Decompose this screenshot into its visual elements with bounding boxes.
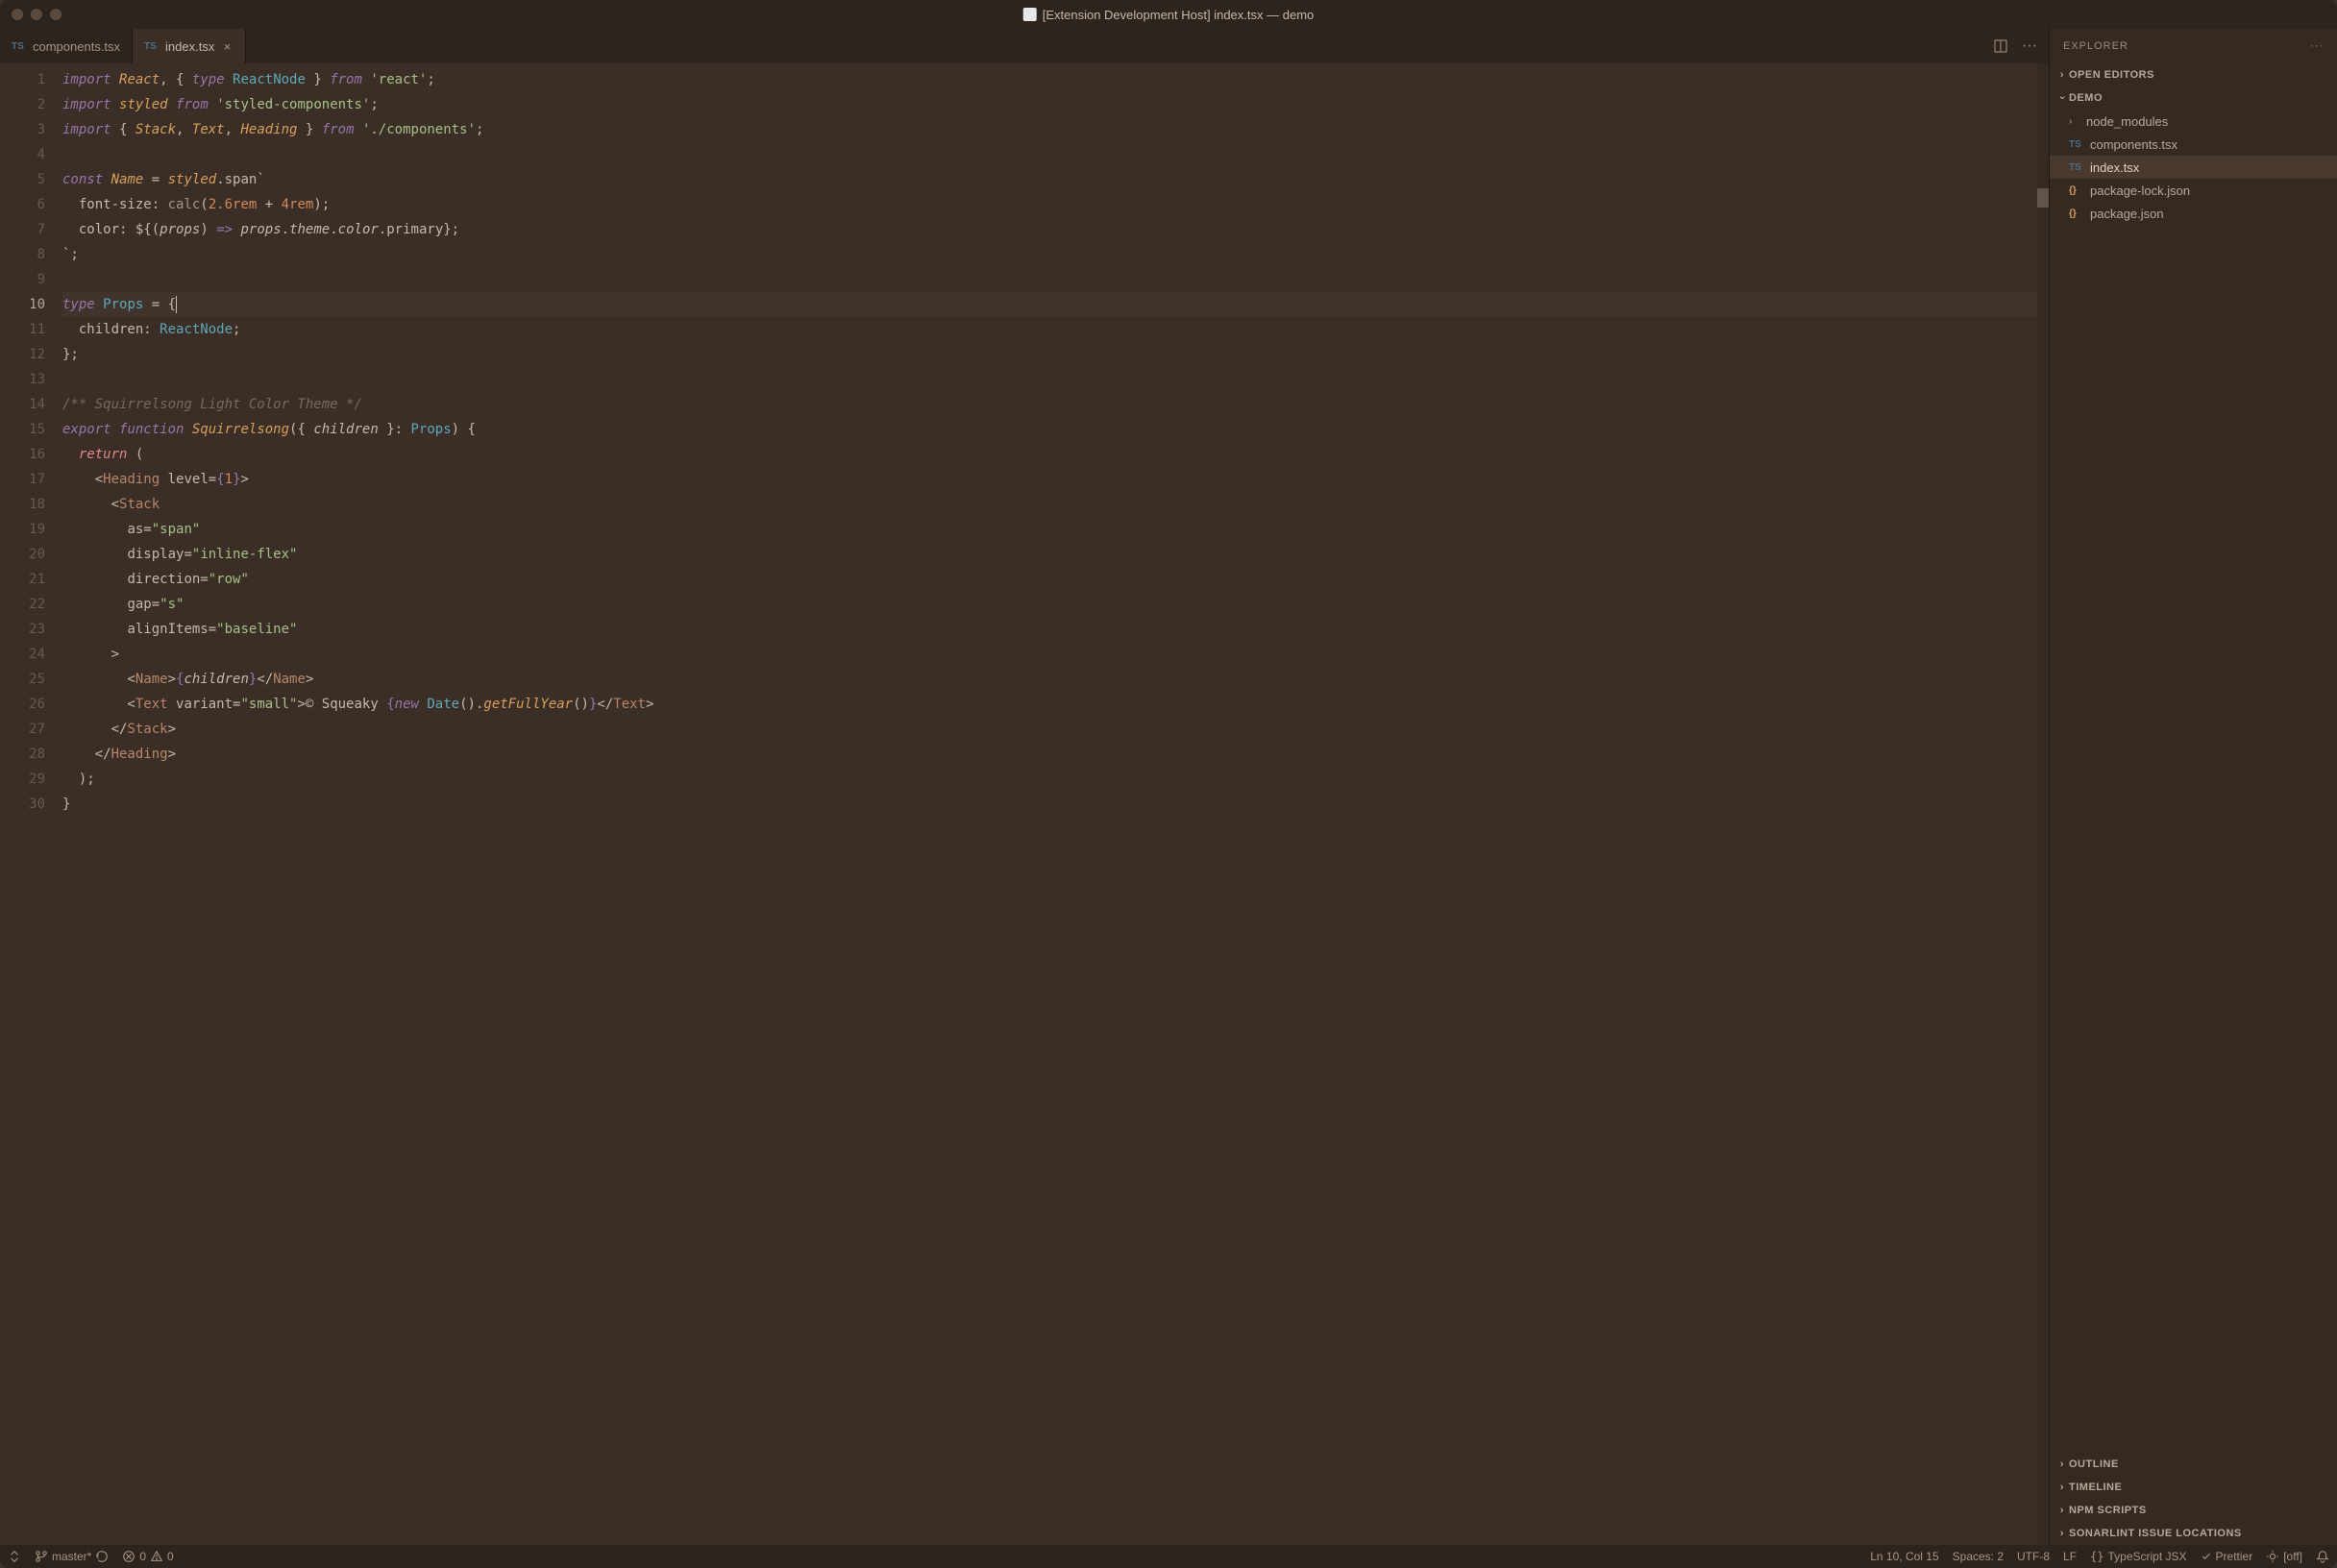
language-mode[interactable]: {} TypeScript JSX	[2090, 1550, 2186, 1563]
chevron-right-icon: ›	[2055, 1458, 2069, 1470]
tab-label: index.tsx	[165, 39, 214, 54]
sonarlint-section[interactable]: › SONARLINT ISSUE LOCATIONS	[2050, 1522, 2337, 1545]
ts-icon: TS	[12, 41, 27, 52]
chevron-right-icon: ›	[2055, 1528, 2069, 1539]
chevron-right-icon: ›	[2055, 1482, 2069, 1493]
ts-icon: TS	[2069, 162, 2084, 173]
npm-scripts-section[interactable]: › NPM SCRIPTS	[2050, 1499, 2337, 1522]
ts-icon: TS	[2069, 139, 2084, 150]
file-tree-item[interactable]: {} package.json	[2050, 202, 2337, 225]
window-title: [Extension Development Host] index.tsx —…	[1023, 8, 1315, 22]
open-editors-section[interactable]: › OPEN EDITORS	[2050, 63, 2337, 86]
tab-bar: TS components.tsx TS index.tsx × ···	[0, 29, 2049, 63]
split-editor-icon[interactable]	[1993, 38, 2008, 54]
folder-label: node_modules	[2086, 114, 2168, 129]
file-icon	[1023, 8, 1037, 21]
window-close-button[interactable]	[12, 9, 23, 20]
explorer-more-icon[interactable]: ···	[2310, 40, 2324, 52]
eol-indicator[interactable]: LF	[2063, 1550, 2077, 1563]
ts-icon: TS	[144, 41, 160, 52]
explorer-title: EXPLORER	[2063, 40, 2128, 52]
file-tree-item[interactable]: › node_modules	[2050, 110, 2337, 133]
file-tree-item[interactable]: TS index.tsx	[2050, 156, 2337, 179]
file-tree: ›node_modulesTScomponents.tsxTSindex.tsx…	[2050, 110, 2337, 1453]
editor[interactable]: 1234567891011121314151617181920212223242…	[0, 63, 2049, 1545]
file-label: index.tsx	[2090, 160, 2139, 175]
file-tree-item[interactable]: TS components.tsx	[2050, 133, 2337, 156]
minimap[interactable]	[2037, 63, 2049, 1545]
spaces-indicator[interactable]: Spaces: 2	[1953, 1550, 2004, 1563]
status-bar: master* 0 0 Ln 10, Col 15 Spaces: 2 UTF-…	[0, 1545, 2337, 1568]
file-label: package.json	[2090, 207, 2164, 221]
tab-label: components.tsx	[33, 39, 120, 54]
minimap-marker	[2037, 188, 2049, 208]
tab-components-tsx[interactable]: TS components.tsx	[0, 29, 133, 63]
tab-index-tsx[interactable]: TS index.tsx ×	[133, 29, 246, 63]
close-icon[interactable]: ×	[220, 39, 234, 54]
remote-indicator[interactable]	[8, 1550, 21, 1563]
json-icon: {}	[2069, 185, 2084, 196]
line-gutter: 1234567891011121314151617181920212223242…	[0, 63, 62, 1545]
notifications-icon[interactable]	[2316, 1550, 2329, 1563]
branch-indicator[interactable]: master*	[35, 1550, 109, 1563]
explorer-sidebar: EXPLORER ··· › OPEN EDITORS › DEMO › node…	[2049, 29, 2337, 1545]
screencast-indicator[interactable]: [off]	[2266, 1550, 2302, 1563]
window-minimize-button[interactable]	[31, 9, 42, 20]
titlebar: [Extension Development Host] index.tsx —…	[0, 0, 2337, 29]
json-icon: {}	[2069, 208, 2084, 219]
more-actions-icon[interactable]: ···	[2022, 38, 2037, 54]
timeline-section[interactable]: › TIMELINE	[2050, 1476, 2337, 1499]
outline-section[interactable]: › OUTLINE	[2050, 1453, 2337, 1476]
file-label: package-lock.json	[2090, 184, 2190, 198]
encoding-indicator[interactable]: UTF-8	[2017, 1550, 2050, 1563]
window-maximize-button[interactable]	[50, 9, 62, 20]
prettier-indicator[interactable]: Prettier	[2201, 1550, 2253, 1563]
cursor-position[interactable]: Ln 10, Col 15	[1870, 1550, 1938, 1563]
chevron-right-icon: ›	[2055, 69, 2069, 81]
chevron-down-icon: ›	[2056, 91, 2068, 105]
chevron-right-icon: ›	[2069, 116, 2080, 127]
chevron-right-icon: ›	[2055, 1505, 2069, 1516]
project-section[interactable]: › DEMO	[2050, 86, 2337, 110]
file-label: components.tsx	[2090, 137, 2177, 152]
file-tree-item[interactable]: {} package-lock.json	[2050, 179, 2337, 202]
problems-indicator[interactable]: 0 0	[122, 1550, 173, 1563]
code-area[interactable]: import React, { type ReactNode } from 'r…	[62, 63, 2037, 1545]
